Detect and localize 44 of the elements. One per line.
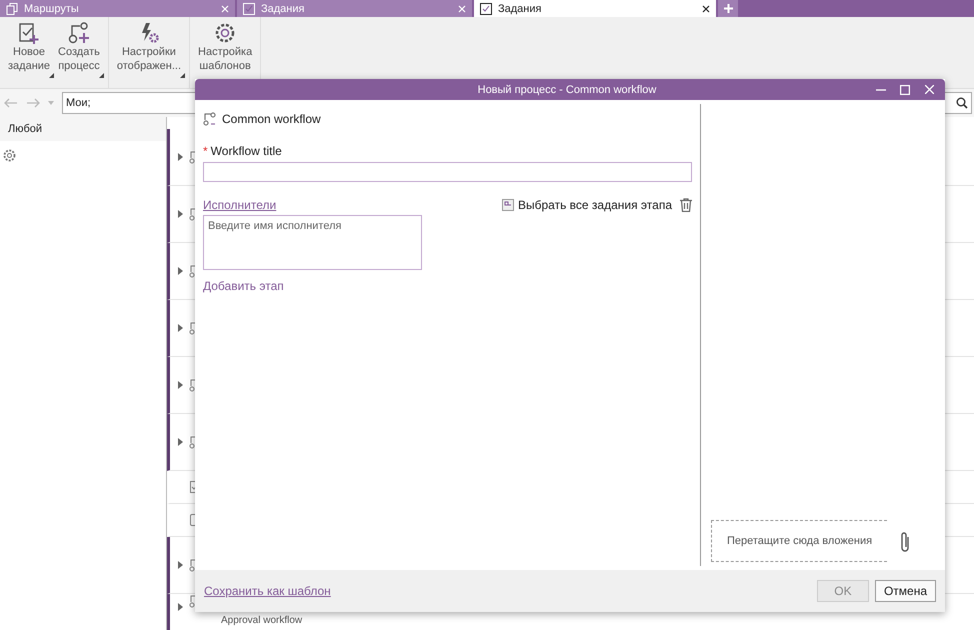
clipboard-plus-icon xyxy=(17,21,42,45)
expand-icon[interactable] xyxy=(178,210,183,218)
expand-icon[interactable] xyxy=(178,603,183,611)
expand-icon[interactable] xyxy=(178,153,183,161)
expand-icon[interactable] xyxy=(178,324,183,332)
tab[interactable]: Маршруты xyxy=(0,0,235,17)
dialog-button[interactable]: Отмена xyxy=(874,580,936,602)
grid-icon xyxy=(502,199,514,211)
tab[interactable]: Задания xyxy=(474,0,716,17)
close-icon[interactable] xyxy=(702,4,710,12)
add-tab-button[interactable] xyxy=(718,0,738,17)
trash-icon[interactable] xyxy=(680,198,692,212)
workflow-icon xyxy=(203,112,216,126)
row-subtitle: Approval workflow xyxy=(220,616,302,626)
ribbon-button[interactable]: Создать процесс xyxy=(54,17,104,88)
save-template-link[interactable]: Сохранить как шаблон xyxy=(204,584,811,598)
filter-item[interactable]: Любой xyxy=(0,117,166,141)
title-input[interactable] xyxy=(203,162,692,182)
ribbon-button[interactable]: Новое задание xyxy=(4,17,54,88)
performers-link[interactable]: Исполнители xyxy=(203,198,276,212)
paperclip-icon[interactable] xyxy=(899,531,911,553)
attachment-drop-zone[interactable]: Перетащите сюда вложения xyxy=(711,520,887,562)
expand-icon[interactable] xyxy=(178,561,183,569)
ribbon-button[interactable]: Настройка шаблонов xyxy=(194,17,256,88)
ribbon-button[interactable]: Настройки отображен... xyxy=(112,17,186,88)
plus-icon xyxy=(724,4,732,13)
maximize-icon[interactable] xyxy=(900,84,910,94)
dialog-title: Новый процесс - Common workflow xyxy=(476,84,658,96)
add-stage-link[interactable]: Добавить этап xyxy=(203,279,692,293)
expand-icon[interactable] xyxy=(178,267,183,275)
expand-icon[interactable] xyxy=(178,381,183,389)
field-label-text: Workflow title xyxy=(210,144,282,158)
documents-icon xyxy=(6,2,18,14)
settings-icon[interactable] xyxy=(3,149,16,162)
checkbox-icon xyxy=(243,2,255,14)
workflow-plus-icon xyxy=(66,21,91,45)
workflow-name: Common workflow xyxy=(222,112,321,126)
search-icon[interactable] xyxy=(956,97,968,109)
checkbox-icon xyxy=(480,2,492,14)
tab[interactable]: Задания xyxy=(237,0,472,17)
expand-icon[interactable] xyxy=(178,438,183,446)
select-all-button[interactable]: Выбрать все задания этапа xyxy=(502,198,672,212)
performers-field[interactable]: Введите имя исполнителя xyxy=(203,215,422,270)
required-marker: * xyxy=(203,144,208,158)
